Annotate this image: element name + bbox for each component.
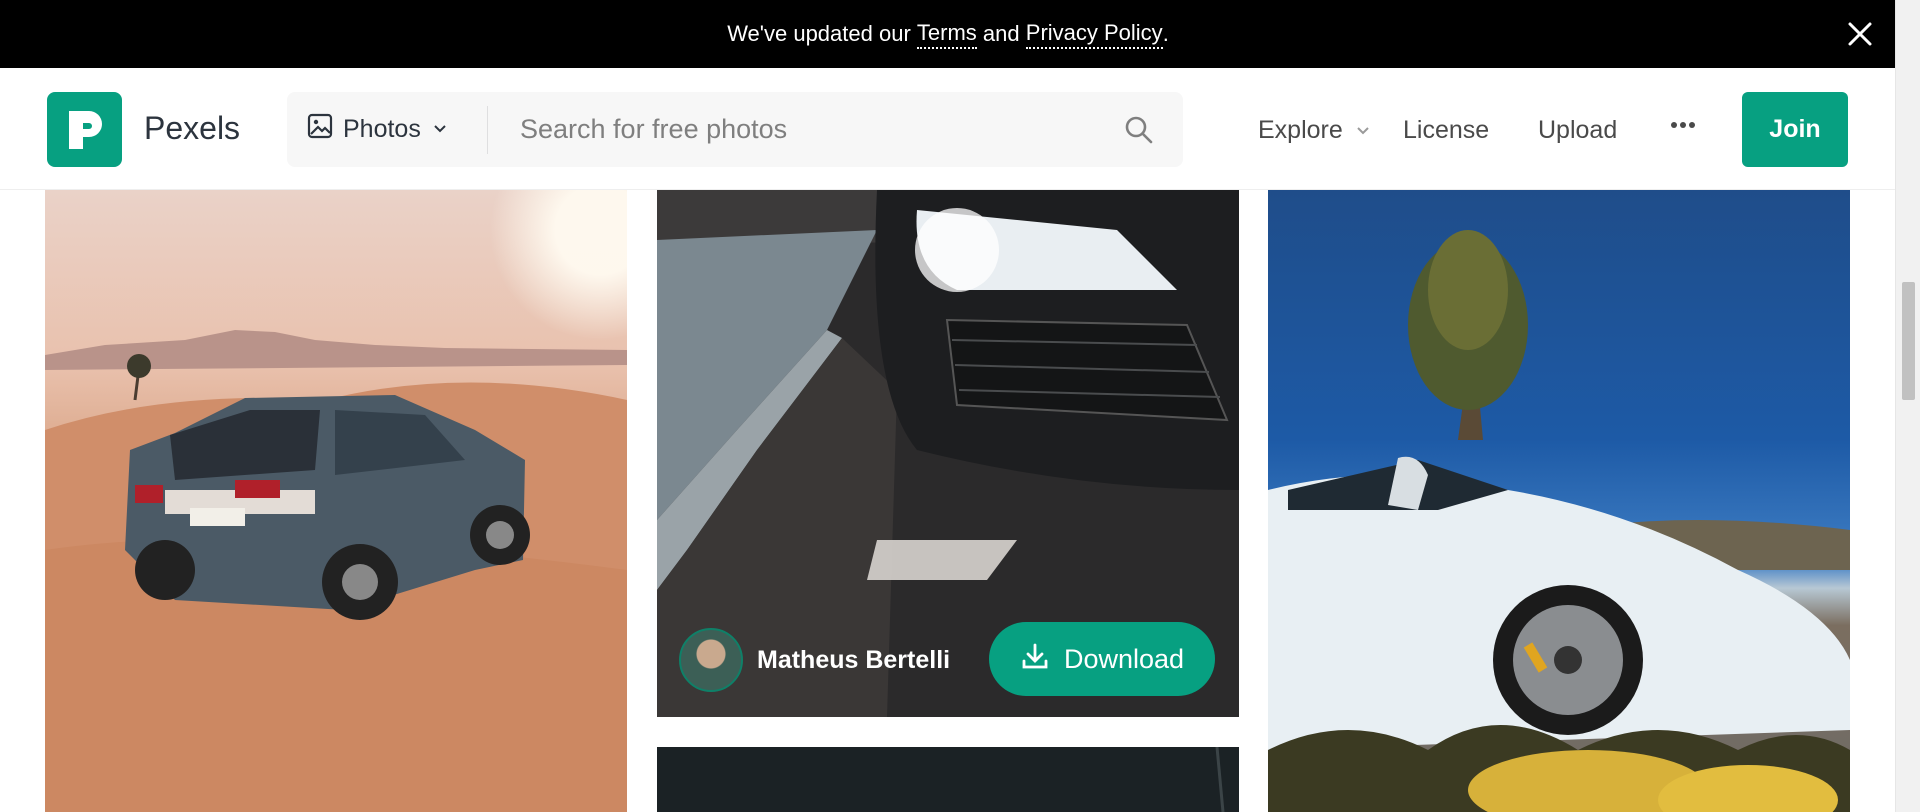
- terms-link[interactable]: Terms: [916, 20, 977, 49]
- close-icon[interactable]: [1844, 18, 1876, 50]
- nav-upload[interactable]: Upload: [1538, 116, 1617, 145]
- scrollbar-thumb[interactable]: [1902, 282, 1915, 400]
- join-button[interactable]: Join: [1742, 92, 1848, 167]
- site-header: Pexels Photos Explore License Upload Joi…: [0, 68, 1896, 190]
- search-icon[interactable]: [1121, 112, 1157, 148]
- nav-explore-label: Explore: [1258, 116, 1343, 144]
- search-type-label: Photos: [343, 115, 421, 143]
- author-badge[interactable]: Matheus Bertelli: [679, 628, 950, 692]
- image-icon: [307, 113, 333, 146]
- page-scrollbar[interactable]: [1895, 0, 1920, 812]
- brand-name[interactable]: Pexels: [144, 110, 240, 147]
- photo-next-dark[interactable]: [657, 747, 1239, 812]
- more-icon[interactable]: [1670, 112, 1696, 138]
- banner-text-suffix: .: [1162, 21, 1169, 46]
- pexels-logo-icon[interactable]: [47, 92, 122, 167]
- download-icon: [1020, 641, 1050, 678]
- privacy-policy-link[interactable]: Privacy Policy: [1025, 20, 1163, 49]
- search-type-dropdown[interactable]: Photos: [287, 105, 488, 154]
- download-button[interactable]: Download: [989, 622, 1215, 696]
- nav-license[interactable]: License: [1403, 116, 1489, 145]
- nav-explore[interactable]: Explore: [1258, 116, 1371, 145]
- banner-text-and: and: [982, 21, 1020, 46]
- search-input[interactable]: [488, 113, 1121, 146]
- photo-desert-suv[interactable]: [45, 190, 627, 812]
- announcement-banner: We've updated our Terms and Privacy Poli…: [0, 0, 1896, 68]
- search-bar: Photos: [287, 92, 1183, 167]
- photo-white-sports-car[interactable]: [1268, 190, 1850, 812]
- chevron-down-icon: [431, 115, 449, 144]
- download-label: Download: [1063, 643, 1185, 674]
- photo-car-headlight[interactable]: Matheus Bertelli Download: [657, 190, 1239, 717]
- author-name: Matheus Bertelli: [757, 645, 951, 674]
- avatar: [679, 628, 743, 692]
- chevron-down-icon: [1355, 116, 1371, 145]
- banner-text-prefix: We've updated our: [727, 21, 911, 46]
